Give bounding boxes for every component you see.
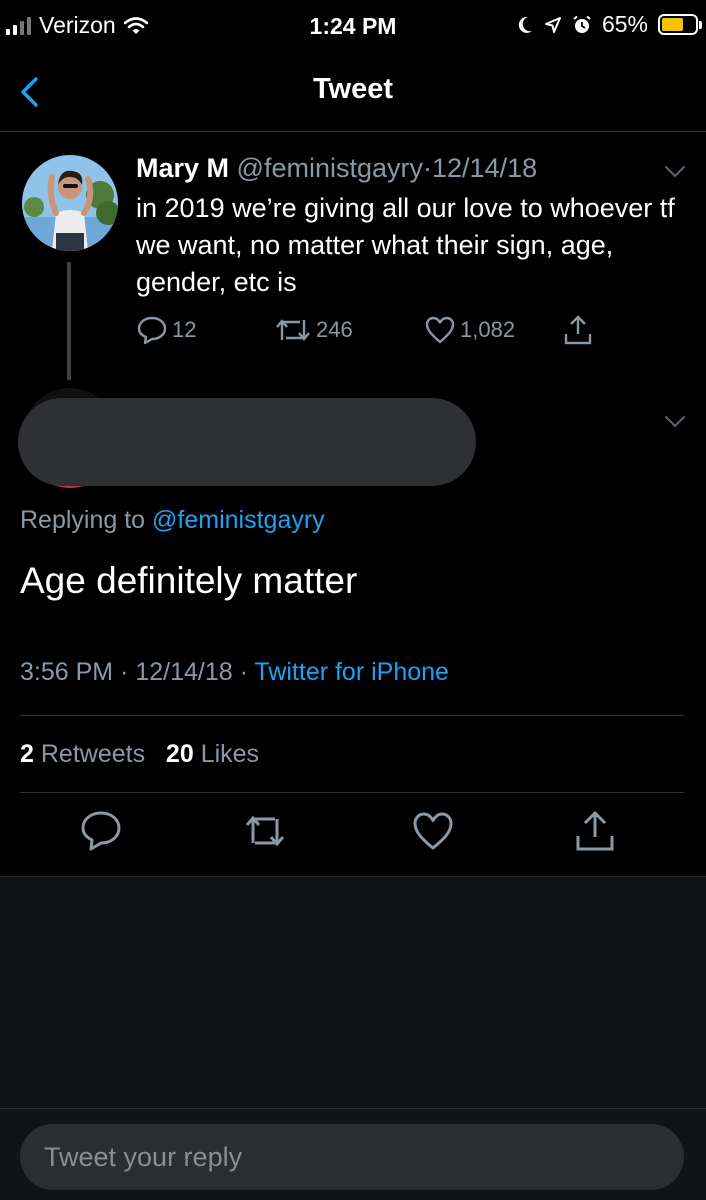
- retweets-label: Retweets: [40, 740, 146, 768]
- divider: [20, 792, 684, 793]
- reply-icon[interactable]: [78, 808, 124, 854]
- retweet-icon: [276, 319, 310, 341]
- reply-count: 12: [172, 317, 197, 342]
- like-action[interactable]: 1,082: [424, 315, 562, 345]
- retweet-action[interactable]: 246: [274, 316, 424, 344]
- reply-input[interactable]: [20, 1124, 684, 1190]
- retweet-icon[interactable]: [242, 808, 288, 854]
- likes-label: Likes: [200, 740, 260, 768]
- chevron-down-icon[interactable]: [664, 165, 686, 179]
- tweet-header: Mary M @feministgayry·12/14/18: [136, 153, 537, 184]
- reply-actions: [0, 808, 706, 858]
- engagement-stats: 2 Retweets 20 Likes: [20, 740, 259, 769]
- replying-handle-link[interactable]: @feministgayry: [152, 506, 325, 534]
- battery-percent: 65%: [601, 11, 648, 37]
- divider: [20, 715, 684, 716]
- moon-icon: [518, 16, 532, 33]
- reply-icon: [137, 316, 167, 345]
- retweets-stat[interactable]: 2 Retweets: [20, 740, 145, 768]
- battery-level: [662, 18, 683, 31]
- replying-to: Replying to @feministgayry: [20, 506, 325, 535]
- likes-count: 20: [165, 740, 194, 768]
- retweets-count: 2: [20, 740, 34, 768]
- likes-stat[interactable]: 20 Likes: [166, 740, 259, 768]
- status-bar: Verizon 1:24 PM 65%: [0, 0, 706, 56]
- share-icon: [564, 315, 592, 345]
- replying-prefix: Replying to: [20, 506, 146, 534]
- retweet-count: 246: [316, 317, 353, 342]
- location-icon: [544, 16, 561, 33]
- reply-date: 12/14/18: [135, 658, 233, 686]
- tweet-meta: 3:56 PM · 12/14/18 · Twitter for iPhone: [20, 658, 449, 686]
- reply-composer[interactable]: [20, 1124, 684, 1190]
- tweet-date: 12/14/18: [432, 153, 538, 183]
- source-link[interactable]: Twitter for iPhone: [254, 658, 449, 686]
- alarm-icon: [573, 15, 591, 33]
- like-count: 1,082: [460, 317, 516, 342]
- thread-line: [67, 262, 71, 380]
- author-name[interactable]: Mary M: [136, 153, 229, 183]
- share-icon[interactable]: [572, 808, 618, 854]
- divider: [0, 1108, 706, 1109]
- reply-text: Age definitely matter: [20, 560, 358, 601]
- share-action[interactable]: [562, 314, 594, 346]
- page-title: Tweet: [312, 73, 394, 105]
- heart-icon[interactable]: [410, 808, 456, 854]
- redacted-name-block: [18, 398, 476, 486]
- tweet-text: in 2019 we’re giving all our love to who…: [136, 193, 675, 297]
- reply-time: 3:56 PM: [20, 658, 114, 686]
- reply-action[interactable]: 12: [136, 315, 274, 345]
- chevron-down-icon[interactable]: [664, 415, 686, 429]
- separator-dot: ·: [423, 153, 433, 183]
- avatar[interactable]: [22, 155, 118, 251]
- nav-bar: Tweet: [0, 56, 706, 132]
- avatar-photo: [22, 155, 118, 251]
- author-handle[interactable]: @feministgayry: [237, 153, 423, 183]
- tweet-actions: 12 246 1,082: [136, 314, 594, 346]
- battery-icon: [658, 14, 702, 35]
- heart-icon: [425, 316, 455, 344]
- status-right: 65%: [516, 11, 702, 38]
